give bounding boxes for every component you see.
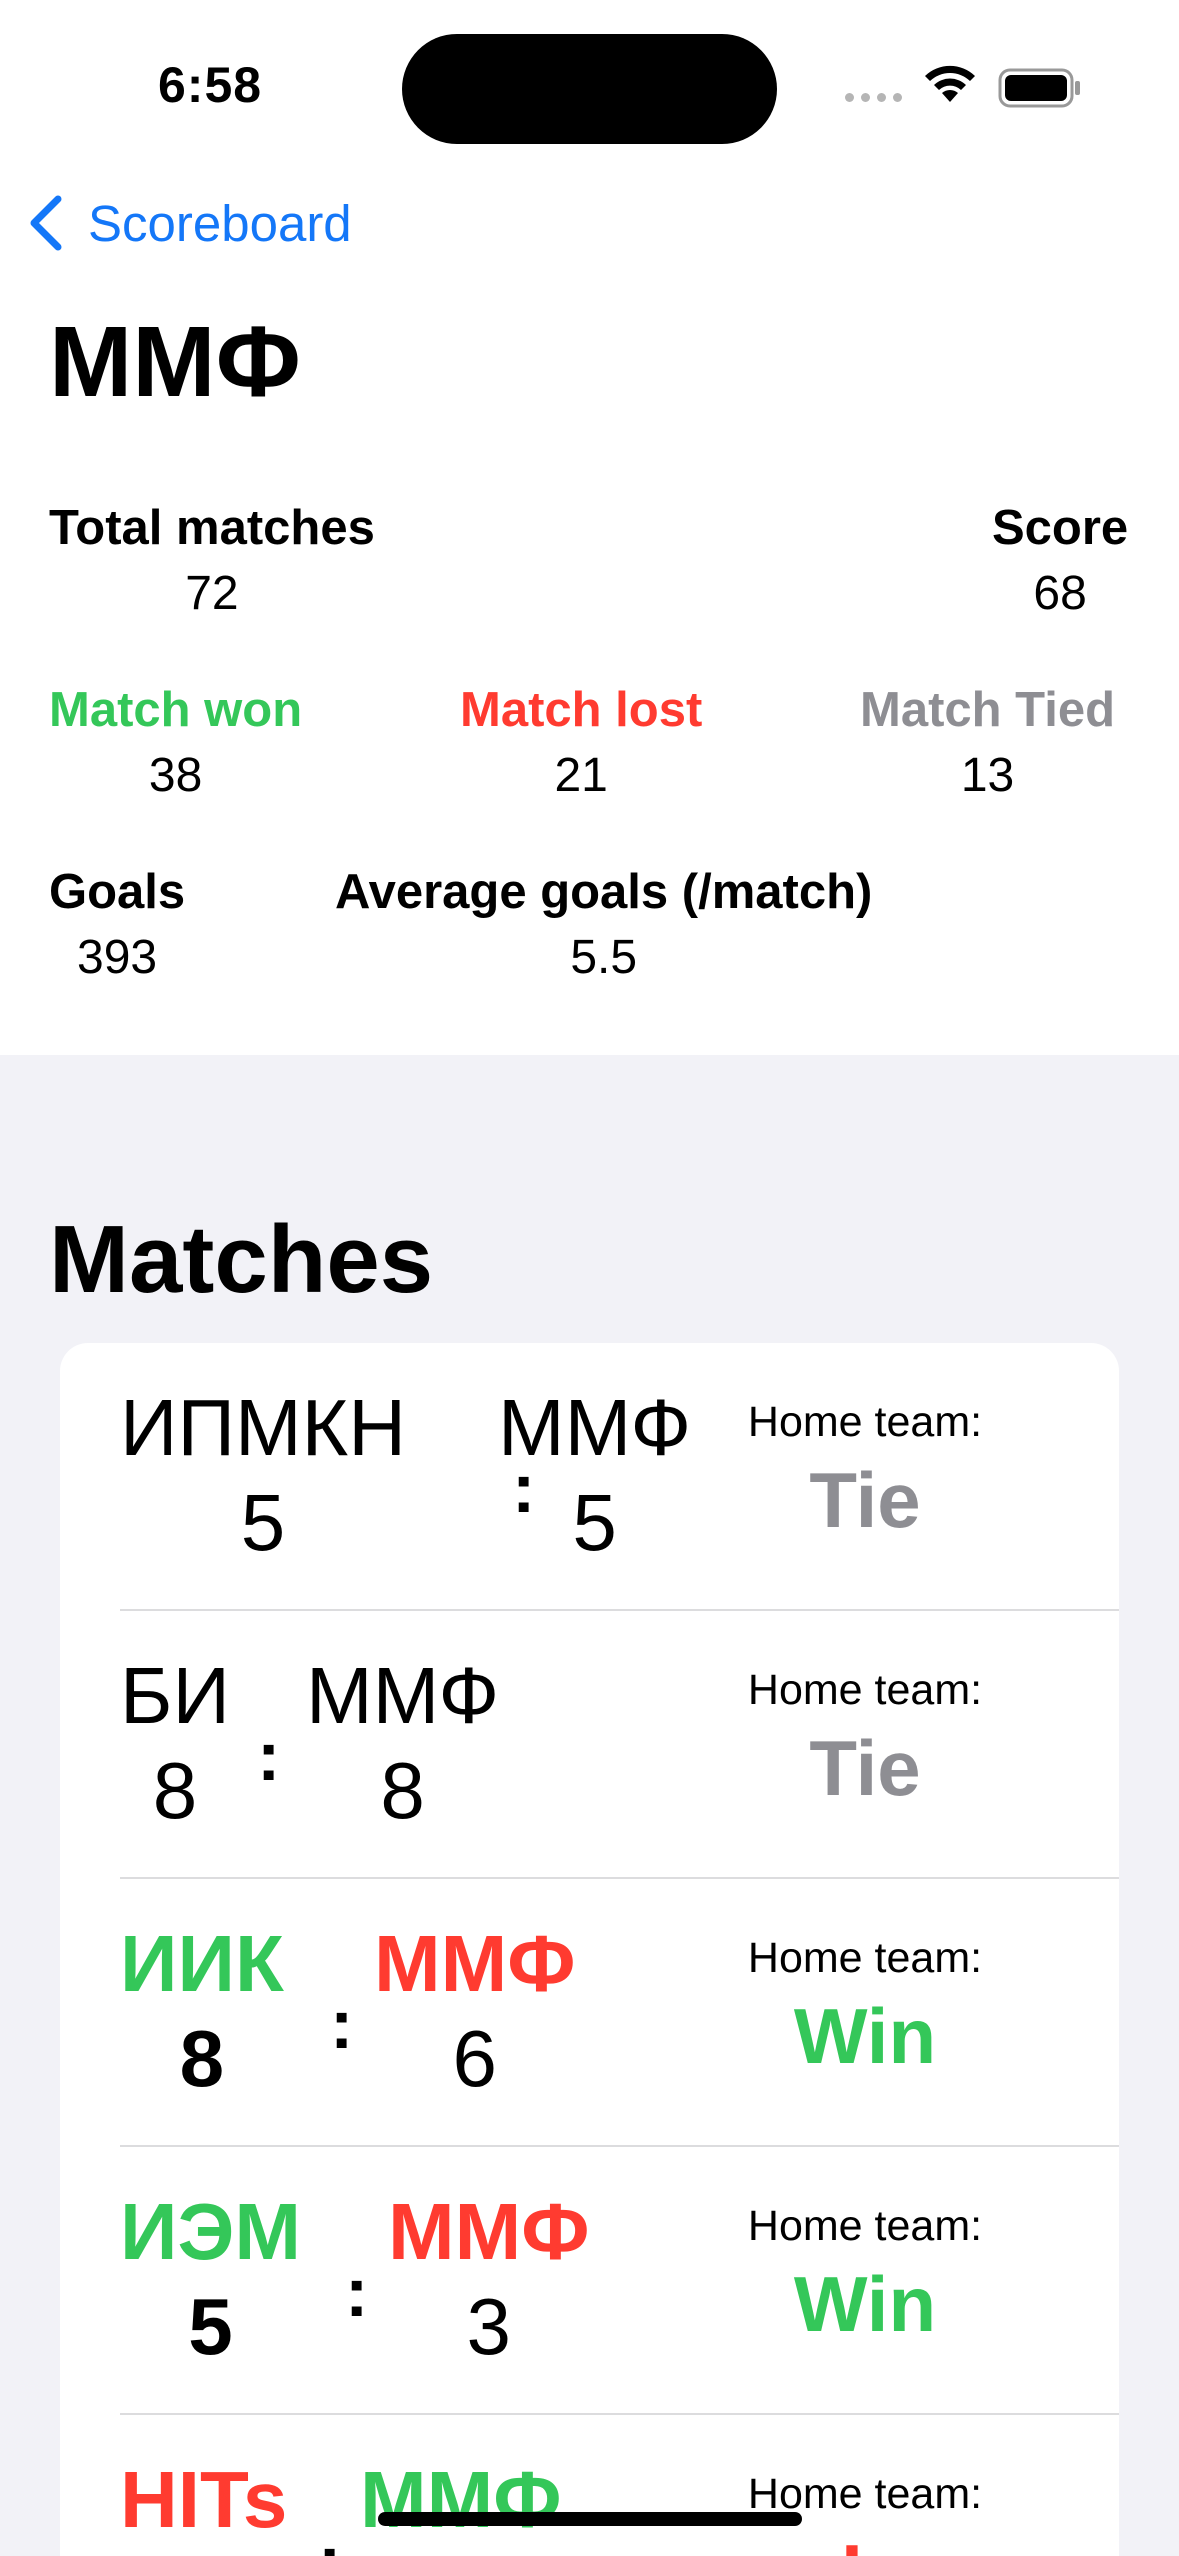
home-team-name: БИ [120,1651,230,1740]
back-button-label: Scoreboard [88,194,352,252]
chevron-left-icon [30,195,62,251]
stat-label: Total matches [49,501,375,555]
home-team: БИ 8 [120,1651,230,1841]
home-team: ИЭМ 5 [120,2187,301,2377]
result-badge: L [670,2527,1060,2556]
home-team-label: Home team: [747,1398,983,1446]
match-result: Home team: Tie [670,1398,1060,1546]
home-team: HITs [120,2455,287,2545]
stat-value: 393 [77,931,158,984]
match-row[interactable]: ИЭМ 5 : ММФ 3 Home team: Win [60,2147,1119,2415]
away-team-name: ММФ [498,1383,692,1472]
score-separator: : [330,1985,354,2063]
stat-match-won: Match won 38 [49,682,302,803]
home-team-name: HITs [120,2455,288,2544]
home-team-name: ИИК [120,1919,284,2008]
match-row[interactable]: HITs : ММФ Home team: L [60,2415,1119,2556]
result-badge: Tie [809,1724,921,1812]
home-team: ИИК 8 [120,1919,284,2109]
home-indicator[interactable] [378,2512,802,2526]
home-team-score: 5 [240,1478,286,1567]
wifi-icon [925,65,975,102]
stat-value: 68 [1033,567,1087,620]
dynamic-island [402,34,777,144]
home-team-label: Home team: [747,1934,983,1982]
match-row[interactable]: ИПМКН 5 : ММФ 5 Home team: Tie [60,1343,1119,1611]
page-title: ММФ [49,306,301,418]
away-team: ММФ 3 [388,2187,590,2377]
away-team: ММФ 8 [306,1651,499,1841]
stat-total-matches: Total matches 72 [49,500,375,621]
stat-match-tied: Match Tied 13 [860,682,1115,803]
stat-match-lost: Match lost 21 [460,682,702,803]
back-button[interactable]: Scoreboard [26,193,352,253]
cellular-signal-icon [845,93,902,102]
away-team: ММФ 5 [498,1383,691,1573]
battery-icon [998,68,1080,108]
stat-average-goals: Average goals (/match) 5.5 [335,864,872,985]
home-team-name: ИПМКН [120,1383,407,1472]
home-team-score: 5 [188,2282,233,2371]
home-team-label: Home team: [747,1666,983,1714]
stat-label: Average goals (/match) [335,865,873,919]
home-team: ИПМКН 5 [120,1383,406,1573]
result-badge: Win [793,2260,937,2348]
stat-label: Match lost [460,683,703,737]
away-team-score: 8 [380,1746,425,1835]
match-result: Home team: Win [670,1934,1060,2082]
away-team-name: ММФ [388,2187,590,2276]
status-time: 6:58 [158,57,263,113]
match-result: Home team: Tie [670,1666,1060,1814]
stat-value: 5.5 [570,931,638,984]
stat-label: Score [992,501,1129,555]
stat-label: Goals [49,865,186,919]
stat-value: 72 [185,567,239,620]
result-badge: Tie [809,1456,921,1544]
match-result: Home team: Win [670,2202,1060,2350]
match-row[interactable]: БИ 8 : ММФ 8 Home team: Tie [60,1611,1119,1879]
away-team-score: 6 [452,2014,498,2103]
result-badge: Win [793,1992,937,2080]
away-team: ММФ [360,2455,562,2545]
score-separator: : [318,2520,341,2556]
score-separator: : [345,2253,369,2331]
stat-label: Match Tied [860,683,1116,737]
stat-label: Match won [49,683,303,737]
home-team-score: 8 [179,2014,225,2103]
away-team: ММФ 6 [374,1919,576,2109]
stat-value: 21 [554,749,608,802]
stat-goals: Goals 393 [49,864,185,985]
match-row[interactable]: ИИК 8 : ММФ 6 Home team: Win [60,1879,1119,2147]
stat-value: 13 [960,749,1015,802]
stat-value: 38 [148,749,203,802]
section-title-matches: Matches [49,1206,434,1313]
away-team-name: ММФ [374,1919,576,2008]
away-team-name: ММФ [306,1651,500,1740]
matches-list: ИПМКН 5 : ММФ 5 Home team: Tie БИ 8 : ММ… [60,1343,1119,2556]
away-team-score: 5 [572,1478,617,1567]
stat-score: Score 68 [992,500,1128,621]
home-team-score: 8 [152,1746,198,1835]
away-team-name: ММФ [360,2455,562,2544]
home-team-name: ИЭМ [120,2187,302,2276]
score-separator: : [257,1717,281,1795]
away-team-score: 3 [466,2282,512,2371]
home-team-label: Home team: [747,2202,983,2250]
